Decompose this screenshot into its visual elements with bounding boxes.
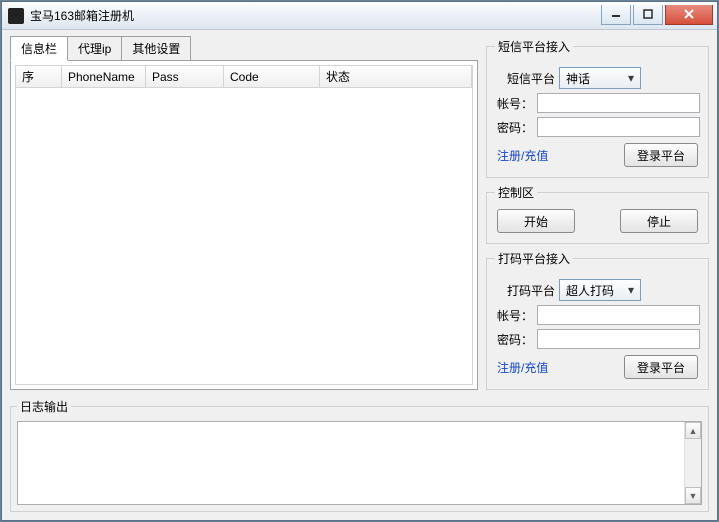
scrollbar[interactable]: ▲ ▼ [684,422,701,504]
app-icon [8,8,24,24]
scroll-track[interactable] [685,439,701,487]
sms-platform-value: 神话 [566,70,590,87]
sms-legend: 短信平台接入 [495,38,573,55]
col-index[interactable]: 序 [16,66,62,87]
stop-button[interactable]: 停止 [620,209,698,233]
tabstrip: 信息栏 代理ip 其他设置 [10,38,478,60]
sms-platform-select[interactable]: 神话 ▾ [559,67,641,89]
tab-proxy[interactable]: 代理ip [67,36,122,60]
captcha-platform-select[interactable]: 超人打码 ▾ [559,279,641,301]
log-legend: 日志输出 [17,398,71,415]
control-panel: 控制区 开始 停止 [486,184,709,244]
scroll-up-icon[interactable]: ▲ [685,422,701,439]
window-title: 宝马163邮箱注册机 [30,7,134,24]
sms-account-input[interactable] [537,93,700,113]
close-button[interactable] [665,5,713,25]
chevron-down-icon: ▾ [624,71,638,85]
col-status[interactable]: 状态 [320,66,472,87]
maximize-button[interactable] [633,5,663,25]
tab-info[interactable]: 信息栏 [10,36,68,61]
log-panel: 日志输出 ▲ ▼ [10,398,709,512]
captcha-panel: 打码平台接入 打码平台 超人打码 ▾ 帐号： 密码： [486,250,709,390]
captcha-account-label: 帐号： [495,307,533,324]
control-legend: 控制区 [495,184,537,201]
minimize-button[interactable] [601,5,631,25]
log-output[interactable]: ▲ ▼ [17,421,702,505]
tabs-area: 信息栏 代理ip 其他设置 序 PhoneName Pass Code 状态 [10,38,478,390]
col-pass[interactable]: Pass [146,66,224,87]
sms-password-label: 密码： [495,119,533,136]
captcha-login-button[interactable]: 登录平台 [624,355,698,379]
client-area: 信息栏 代理ip 其他设置 序 PhoneName Pass Code 状态 [2,30,717,520]
captcha-register-link[interactable]: 注册/充值 [497,355,548,379]
col-code[interactable]: Code [224,66,320,87]
sms-login-button[interactable]: 登录平台 [624,143,698,167]
sms-account-label: 帐号： [495,95,533,112]
sms-panel: 短信平台接入 短信平台 神话 ▾ 帐号： 密码： [486,38,709,178]
start-button[interactable]: 开始 [497,209,575,233]
list-view[interactable]: 序 PhoneName Pass Code 状态 [15,65,473,385]
main-window: 宝马163邮箱注册机 信息栏 代理ip 其他设置 序 [1,1,718,521]
captcha-password-input[interactable] [537,329,700,349]
titlebar[interactable]: 宝马163邮箱注册机 [2,2,717,30]
captcha-platform-label: 打码平台 [495,282,555,299]
captcha-platform-value: 超人打码 [566,282,614,299]
captcha-legend: 打码平台接入 [495,250,573,267]
scroll-down-icon[interactable]: ▼ [685,487,701,504]
captcha-password-label: 密码： [495,331,533,348]
list-header: 序 PhoneName Pass Code 状态 [16,66,472,88]
sms-platform-label: 短信平台 [495,70,555,87]
captcha-account-input[interactable] [537,305,700,325]
tab-body: 序 PhoneName Pass Code 状态 [10,60,478,390]
sms-register-link[interactable]: 注册/充值 [497,143,548,167]
chevron-down-icon: ▾ [624,283,638,297]
sms-password-input[interactable] [537,117,700,137]
col-phonename[interactable]: PhoneName [62,66,146,87]
tab-other-settings[interactable]: 其他设置 [121,36,191,60]
